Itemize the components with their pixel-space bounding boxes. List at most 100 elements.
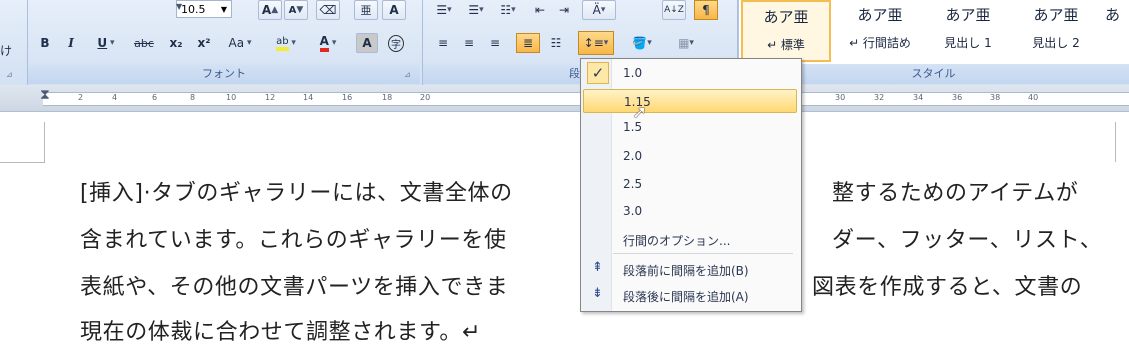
eraser-icon: ⌫ (319, 3, 337, 17)
style-sample: あア亜 (857, 6, 903, 24)
indent-marker-icon[interactable]: ⧗ (40, 87, 50, 103)
phonetic-guide-button[interactable]: 亜 (354, 0, 378, 20)
shading-button[interactable]: 🪣 ▾ (622, 33, 662, 53)
strikethrough-button[interactable]: abc (130, 33, 158, 53)
shrink-font-label: A (288, 4, 297, 16)
align-right-icon: ≡ (489, 36, 501, 50)
align-center-button[interactable]: ≡ (458, 33, 480, 53)
change-case-button[interactable]: Aa ▾ (222, 33, 258, 53)
add-space-after-paragraph[interactable]: ⇟ 段落後に間隔を追加(A) (583, 283, 797, 307)
clear-format-button[interactable]: ⌫ (316, 0, 340, 20)
multilevel-list-button[interactable]: ☷ ▾ (494, 0, 522, 20)
line-spacing-icon: ↕≡ (583, 36, 604, 50)
line-spacing-2-5[interactable]: 2.5 (583, 172, 797, 196)
subscript-label: x₂ (169, 36, 183, 50)
bold-label: B (40, 36, 50, 50)
font-color-icon: A (319, 34, 329, 52)
clipboard-dialog-launcher-icon[interactable]: ⊿ (6, 70, 14, 79)
grow-font-button[interactable]: A ▲ (258, 0, 282, 20)
char-border-button[interactable]: A (382, 0, 406, 20)
line-spacing-button[interactable]: ↕≡ ▾ (578, 31, 614, 55)
align-left-button[interactable]: ≡ (432, 33, 454, 53)
ribbon: け 10.5 ▼ ▼ A ▲ A ▼ ⌫ 亜 A B I U ▾ abc x₂ x²… (0, 0, 1129, 86)
enclose-char-button[interactable]: 字 (384, 33, 408, 53)
ruler-tick-label: 16 (342, 93, 353, 102)
ruler-tick-label: 12 (265, 93, 276, 102)
superscript-button[interactable]: x² (192, 33, 216, 53)
font-color-button[interactable]: A ▾ (310, 33, 346, 53)
numbering-button[interactable]: ☰ ▾ (462, 0, 490, 20)
style-heading-1[interactable]: あア亜 見出し 1 (923, 0, 1013, 62)
menu-separator (613, 253, 793, 254)
sort-button[interactable]: A↓Z (662, 0, 686, 20)
margin-corner-mark (0, 162, 45, 163)
line-spacing-1-5[interactable]: 1.5 (583, 115, 797, 139)
decrease-indent-button[interactable]: ⇤ (530, 0, 550, 20)
line-spacing-1-15[interactable]: 1.15 ➚ (583, 89, 797, 123)
justify-button[interactable]: ≣ (516, 33, 540, 53)
shrink-font-button[interactable]: A ▼ (284, 0, 308, 20)
highlight-color-button[interactable]: ab ▾ (266, 33, 306, 53)
subscript-button[interactable]: x₂ (164, 33, 188, 53)
borders-button[interactable]: ▦ ▾ (666, 33, 706, 53)
enclose-icon: 字 (388, 34, 404, 52)
chevron-down-icon: ▼ (220, 5, 227, 14)
underline-button[interactable]: U ▾ (88, 33, 124, 53)
line-spacing-2-0[interactable]: 2.0 (583, 144, 797, 168)
style-no-spacing[interactable]: あア亜 ↵ 行間詰め (835, 0, 925, 62)
ruler-tick-label: 2 (78, 93, 84, 102)
body-text-line: [挿入]·タブのギャラリーには、文書全体の (80, 181, 513, 206)
paint-bucket-icon: 🪣 (632, 36, 648, 50)
document-page[interactable]: [挿入]·タブのギャラリーには、文書全体の 整するためのアイテムが 含まれていま… (0, 112, 1129, 345)
add-space-before-paragraph[interactable]: ⇞ 段落前に間隔を追加(B) (583, 257, 797, 281)
line-spacing-3-0[interactable]: 3.0 (583, 199, 797, 223)
align-left-icon: ≡ (437, 36, 449, 50)
increase-indent-button[interactable]: ⇥ (554, 0, 574, 20)
style-name: ↵ 行間詰め (849, 36, 911, 50)
line-spacing-1-0[interactable]: ✓ 1.0 (583, 61, 797, 85)
body-text-line: 整するためのアイテムが (832, 181, 1079, 206)
borders-icon: ▦ (678, 36, 690, 50)
ruler-tick-label: 32 (874, 93, 885, 102)
ruler-tick-label: 4 (112, 93, 118, 102)
line-spacing-options[interactable]: 行間のオプション... (583, 227, 797, 251)
horizontal-ruler[interactable]: ⧗ 2 4 6 8 10 12 14 16 18 20 30 32 34 36 38 40 (0, 85, 1129, 112)
bullets-button[interactable]: ☰ ▾ (430, 0, 458, 20)
body-text-line: 図表を作成すると、文書の (812, 275, 1083, 300)
sort-icon: A↓Z (664, 5, 684, 15)
style-sample: あア亜 (945, 6, 991, 24)
ruler-tick-label: 18 (382, 93, 393, 102)
underline-label: U (97, 36, 108, 50)
ruler-tick-label: 8 (190, 93, 196, 102)
char-border-icon: A (389, 3, 399, 17)
menu-item-label: 段落後に間隔を追加(A) (623, 290, 749, 304)
style-normal[interactable]: あア亜 ↵ 標準 (741, 0, 831, 62)
checkmark-icon: ✓ (587, 62, 609, 84)
style-heading-2[interactable]: あア亜 見出し 2 (1011, 0, 1101, 62)
font-group-label-text: フォント (202, 67, 246, 80)
strike-label: abc (134, 36, 154, 50)
char-shading-icon: A (362, 36, 372, 50)
font-size-field[interactable]: 10.5 ▼ (176, 0, 232, 18)
numbering-icon: ☰ (468, 3, 480, 17)
ruler-tick-label: 10 (226, 93, 237, 102)
style-partial[interactable]: あ (1095, 0, 1129, 62)
menu-item-label: 段落前に間隔を追加(B) (623, 264, 749, 278)
ruler-tick-label: 6 (152, 93, 158, 102)
menu-item-label: 1.0 (623, 66, 643, 80)
ruler-tick-label: 14 (303, 93, 314, 102)
bold-button[interactable]: B (34, 33, 56, 53)
font-dialog-launcher-icon[interactable]: ⊿ (404, 70, 412, 79)
show-marks-button[interactable]: ¶ (694, 0, 718, 20)
decrease-indent-icon: ⇤ (534, 3, 546, 17)
font-group-label: フォント (28, 64, 420, 84)
menu-item-label: 3.0 (623, 204, 643, 218)
asian-layout-button[interactable]: Ä ▾ (582, 0, 616, 20)
ruler-tick-label: 38 (990, 93, 1001, 102)
body-text-line: 現在の体裁に合わせて調整されます。↵ (80, 320, 482, 345)
align-right-button[interactable]: ≡ (484, 33, 506, 53)
distribute-button[interactable]: ☷ (544, 33, 568, 53)
font-name-dropdown-icon[interactable]: ▼ (176, 2, 182, 11)
italic-button[interactable]: I (60, 33, 82, 53)
char-shading-button[interactable]: A (356, 33, 378, 53)
